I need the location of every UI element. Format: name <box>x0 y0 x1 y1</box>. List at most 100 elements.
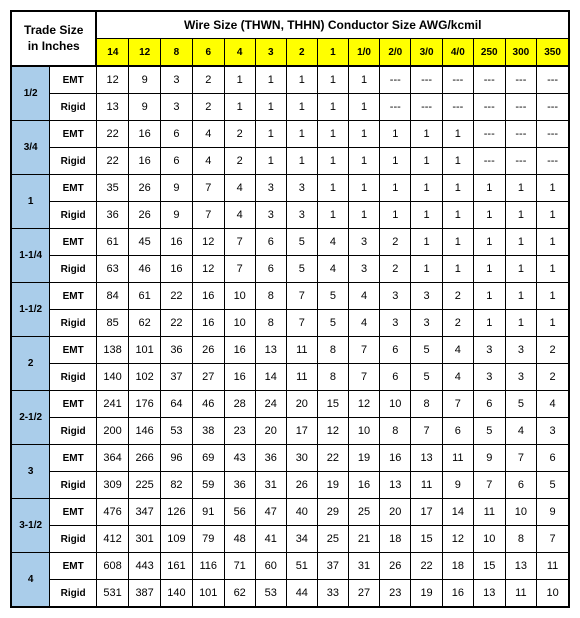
data-cell: 71 <box>224 553 255 580</box>
data-cell: 101 <box>129 337 161 364</box>
data-cell: 26 <box>129 202 161 229</box>
data-cell: 1 <box>411 175 442 202</box>
data-cell: 1 <box>537 310 569 337</box>
data-cell: 6 <box>255 229 286 256</box>
data-cell: 44 <box>286 580 317 608</box>
data-cell: 53 <box>161 418 193 445</box>
data-cell: 1 <box>286 148 317 175</box>
data-cell: 101 <box>192 580 224 608</box>
data-cell: 25 <box>348 499 379 526</box>
data-cell: 2 <box>224 121 255 148</box>
data-cell: 12 <box>192 256 224 283</box>
data-cell: 34 <box>286 526 317 553</box>
data-cell: 116 <box>192 553 224 580</box>
data-cell: 26 <box>129 175 161 202</box>
data-cell: 12 <box>192 229 224 256</box>
wire-size-col: 8 <box>161 39 193 67</box>
conduit-type-cell: Rigid <box>50 580 97 608</box>
data-cell: 22 <box>411 553 442 580</box>
data-cell: --- <box>505 121 537 148</box>
data-cell: 1 <box>473 283 505 310</box>
data-cell: 1 <box>380 202 411 229</box>
data-cell: 1 <box>537 283 569 310</box>
data-cell: 16 <box>161 256 193 283</box>
data-cell: 16 <box>129 148 161 175</box>
data-cell: 1 <box>411 202 442 229</box>
data-cell: 10 <box>537 580 569 608</box>
data-cell: 364 <box>96 445 128 472</box>
data-cell: --- <box>537 94 569 121</box>
data-cell: 1 <box>442 175 473 202</box>
conduit-type-cell: EMT <box>50 66 97 94</box>
data-cell: 79 <box>192 526 224 553</box>
data-cell: 1 <box>348 202 379 229</box>
wire-size-col: 2/0 <box>380 39 411 67</box>
data-cell: 10 <box>348 418 379 445</box>
data-cell: 138 <box>96 337 128 364</box>
data-cell: 15 <box>317 391 348 418</box>
data-cell: 3 <box>255 202 286 229</box>
data-cell: 8 <box>380 418 411 445</box>
data-cell: 22 <box>96 148 128 175</box>
data-cell: 1 <box>286 66 317 94</box>
data-cell: 1 <box>411 229 442 256</box>
conduit-type-cell: Rigid <box>50 310 97 337</box>
data-cell: --- <box>442 94 473 121</box>
data-cell: 309 <box>96 472 128 499</box>
conduit-type-cell: Rigid <box>50 526 97 553</box>
trade-size-line2: in Inches <box>28 39 80 53</box>
data-cell: 9 <box>537 499 569 526</box>
data-cell: 36 <box>96 202 128 229</box>
data-cell: 4 <box>224 175 255 202</box>
data-cell: 22 <box>161 283 193 310</box>
trade-size-cell: 3 <box>11 445 50 499</box>
data-cell: 3 <box>380 310 411 337</box>
data-cell: 62 <box>224 580 255 608</box>
wire-size-col: 6 <box>192 39 224 67</box>
data-cell: 7 <box>348 364 379 391</box>
data-cell: 1 <box>537 202 569 229</box>
data-cell: 16 <box>442 580 473 608</box>
data-cell: 3 <box>411 310 442 337</box>
data-cell: 1 <box>380 121 411 148</box>
data-cell: 24 <box>255 391 286 418</box>
data-cell: 7 <box>473 472 505 499</box>
data-cell: 13 <box>255 337 286 364</box>
data-cell: --- <box>473 121 505 148</box>
trade-size-cell: 1-1/4 <box>11 229 50 283</box>
data-cell: 12 <box>317 418 348 445</box>
data-cell: 8 <box>255 283 286 310</box>
conduit-type-cell: Rigid <box>50 472 97 499</box>
data-cell: 17 <box>411 499 442 526</box>
data-cell: 14 <box>255 364 286 391</box>
data-cell: 85 <box>96 310 128 337</box>
wire-size-col: 3 <box>255 39 286 67</box>
data-cell: 1 <box>317 202 348 229</box>
data-cell: 59 <box>192 472 224 499</box>
data-cell: 266 <box>129 445 161 472</box>
data-cell: 16 <box>380 445 411 472</box>
data-cell: 16 <box>192 283 224 310</box>
data-cell: 4 <box>505 418 537 445</box>
data-cell: 8 <box>255 310 286 337</box>
data-cell: 12 <box>96 66 128 94</box>
data-cell: 1 <box>380 148 411 175</box>
wire-size-header: Wire Size (THWN, THHN) Conductor Size AW… <box>96 11 569 39</box>
data-cell: --- <box>537 148 569 175</box>
data-cell: 7 <box>224 256 255 283</box>
wire-size-col: 1/0 <box>348 39 379 67</box>
data-cell: 3 <box>473 337 505 364</box>
data-cell: 53 <box>255 580 286 608</box>
wire-size-col: 1 <box>317 39 348 67</box>
conduit-type-cell: Rigid <box>50 148 97 175</box>
data-cell: 176 <box>129 391 161 418</box>
data-cell: 1 <box>317 148 348 175</box>
data-cell: 6 <box>473 391 505 418</box>
conduit-type-cell: EMT <box>50 391 97 418</box>
data-cell: 7 <box>286 283 317 310</box>
data-cell: 9 <box>129 94 161 121</box>
data-cell: 4 <box>442 337 473 364</box>
data-cell: 1 <box>505 229 537 256</box>
data-cell: 1 <box>411 121 442 148</box>
data-cell: 28 <box>224 391 255 418</box>
